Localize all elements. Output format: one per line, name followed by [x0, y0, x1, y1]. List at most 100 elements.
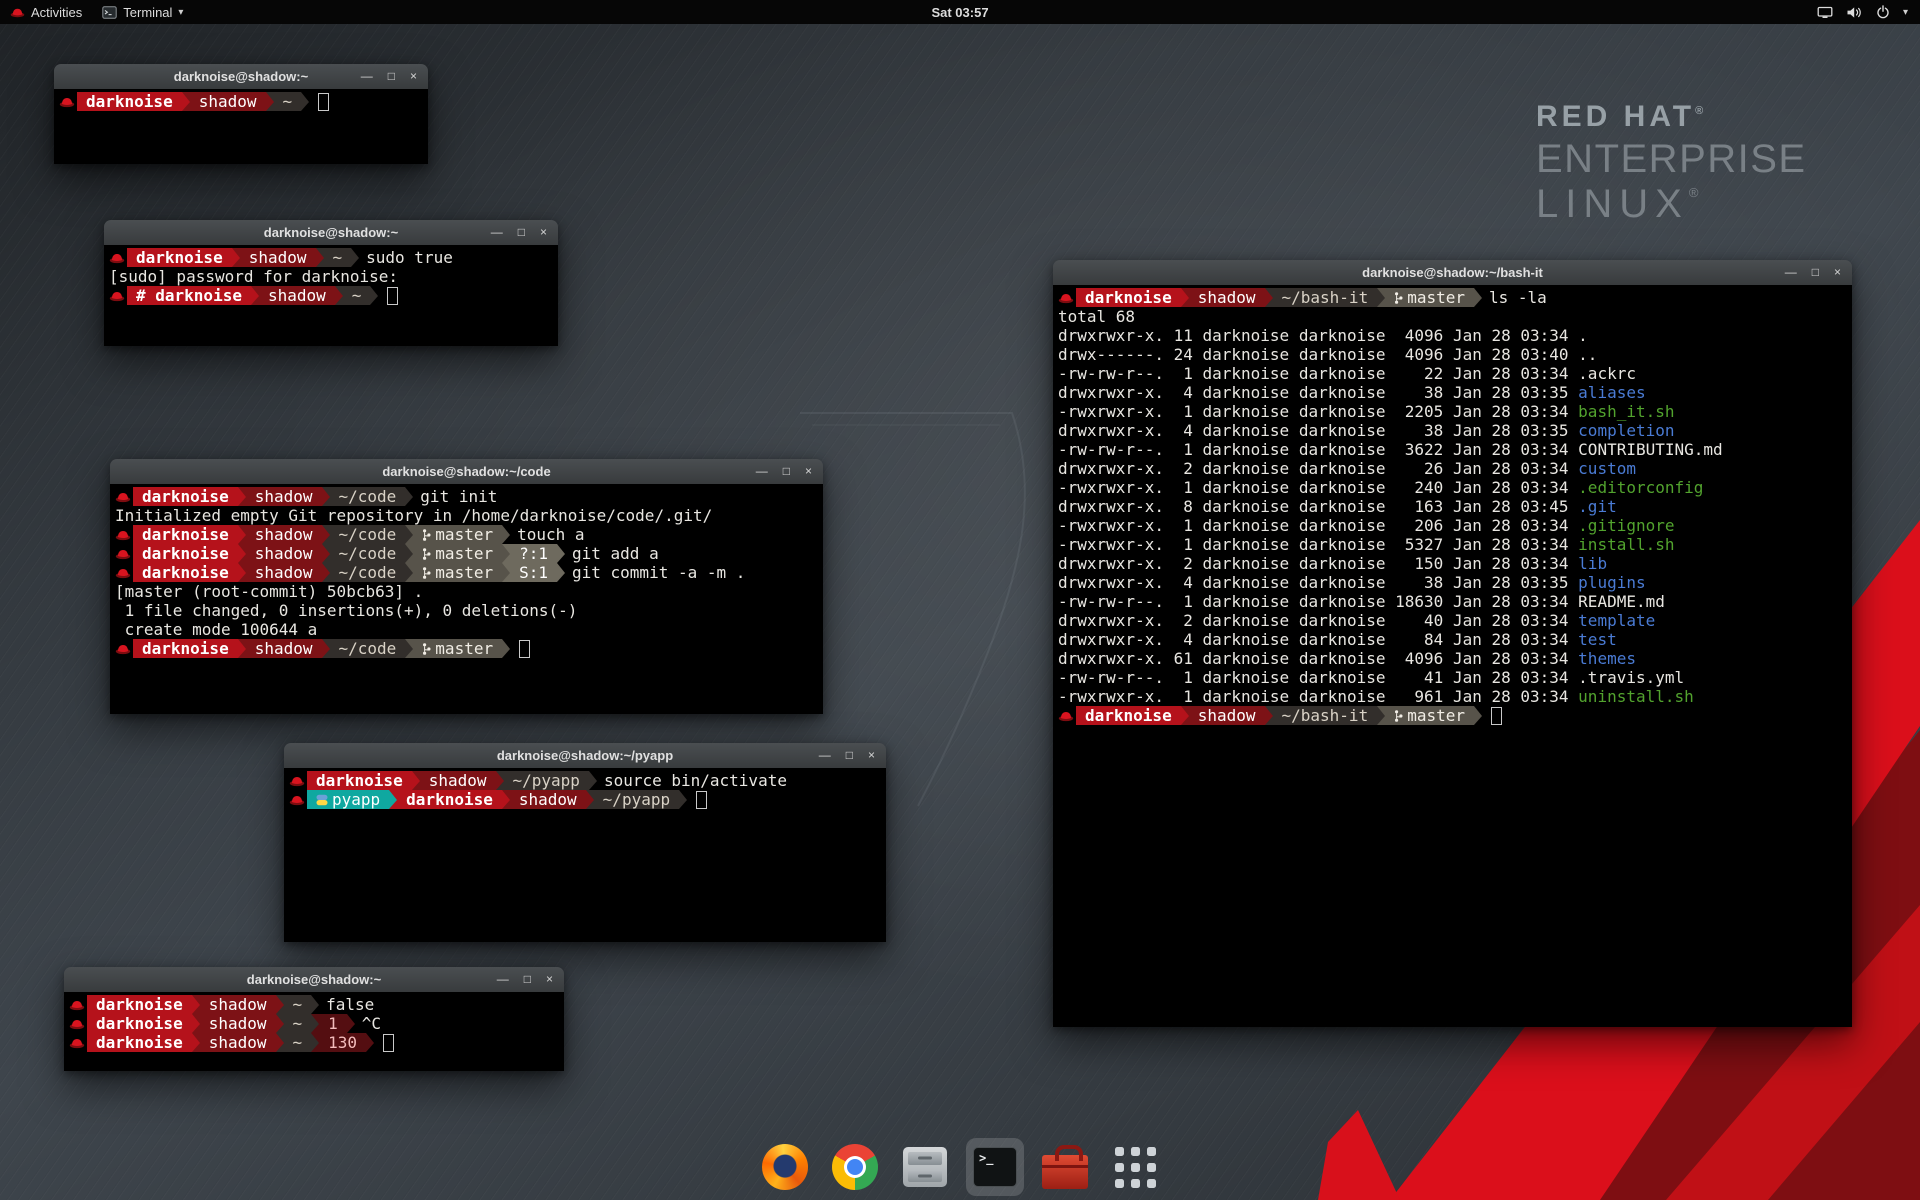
terminal-line: -rwxrwxr-x. 1 darknoise darknoise 5327 J…	[1058, 535, 1850, 554]
redhat-prompt-icon	[115, 529, 131, 541]
powerline-separator	[192, 1033, 200, 1052]
prompt-segment-path: ~/code	[330, 544, 406, 563]
terminal-window[interactable]: darknoise@shadow:~ — □ × darknoiseshadow…	[64, 967, 564, 1071]
desktop: RED HAT® ENTERPRISE LINUX® Activities Te…	[0, 0, 1920, 1200]
minimize-button[interactable]: —	[819, 743, 831, 768]
output-text: -rwxrwxr-x. 1 darknoise darknoise 2205 J…	[1058, 402, 1578, 421]
redhat-prompt-icon	[289, 794, 305, 806]
minimize-button[interactable]: —	[361, 64, 373, 89]
prompt-segment-path: ~/code	[330, 639, 406, 658]
powerline-separator	[276, 1033, 284, 1052]
close-button[interactable]: ×	[410, 64, 417, 89]
terminal-window[interactable]: darknoise@shadow:~ — □ × darknoiseshadow…	[54, 64, 428, 164]
terminal-line: [master (root-commit) 50bcb63] .	[115, 582, 821, 601]
redhat-prompt-icon	[1058, 710, 1074, 722]
terminal-content[interactable]: darknoiseshadow~sudo true[sudo] password…	[104, 245, 558, 346]
powerline-separator	[347, 1014, 355, 1033]
powerline-separator	[1181, 288, 1189, 307]
close-button[interactable]: ×	[540, 220, 547, 245]
maximize-button[interactable]: □	[783, 459, 790, 484]
titlebar[interactable]: darknoise@shadow:~ — □ ×	[64, 967, 564, 993]
close-button[interactable]: ×	[546, 967, 553, 992]
app-menu-label: Terminal	[123, 5, 172, 20]
powerline-separator	[1265, 706, 1273, 725]
terminal-content[interactable]: darknoiseshadow~/codegit initInitialized…	[110, 484, 823, 714]
output-text: drwxrwxr-x. 2 darknoise darknoise 150 Ja…	[1058, 554, 1578, 573]
close-button[interactable]: ×	[805, 459, 812, 484]
file-name: plugins	[1578, 573, 1645, 592]
chevron-down-icon[interactable]: ▾	[1903, 7, 1908, 18]
file-name: completion	[1578, 421, 1674, 440]
window-controls: — □ ×	[497, 967, 564, 992]
system-status-area[interactable]: ▾	[1817, 5, 1920, 19]
display-icon[interactable]	[1817, 6, 1833, 19]
redhat-prompt-icon	[115, 643, 131, 655]
prompt-segment-path: ~/pyapp	[594, 790, 679, 809]
dock-chrome[interactable]	[826, 1138, 884, 1196]
powerline-separator	[192, 1014, 200, 1033]
power-icon[interactable]	[1876, 5, 1890, 19]
powerline-separator	[322, 639, 330, 658]
redhat-prompt-icon	[289, 775, 305, 787]
titlebar[interactable]: darknoise@shadow:~ — □ ×	[104, 220, 558, 246]
terminal-window[interactable]: darknoise@shadow:~/pyapp — □ × darknoise…	[284, 743, 886, 942]
powerline-separator	[502, 790, 510, 809]
output-text: drwxrwxr-x. 2 darknoise darknoise 40 Jan…	[1058, 611, 1578, 630]
activities-button[interactable]: Activities	[0, 0, 92, 24]
terminal-content[interactable]: darknoiseshadow~/pyappsource bin/activat…	[284, 768, 886, 942]
command-text: git commit -a -m .	[572, 563, 745, 582]
prompt-segment-git: master	[1385, 706, 1474, 725]
prompt-segment-path: ~	[284, 995, 312, 1014]
terminal-content[interactable]: darknoiseshadow~/bash-itmasterls -latota…	[1053, 285, 1852, 1027]
volume-icon[interactable]	[1846, 6, 1863, 19]
terminal-line: drwxrwxr-x. 2 darknoise darknoise 40 Jan…	[1058, 611, 1850, 630]
maximize-button[interactable]: □	[524, 967, 531, 992]
prompt-segment-git: master	[413, 639, 502, 658]
dock-toolbox[interactable]	[1036, 1138, 1094, 1196]
powerline-separator	[1377, 706, 1385, 725]
chrome-icon	[832, 1144, 878, 1190]
terminal-window[interactable]: darknoise@shadow:~ — □ × darknoiseshadow…	[104, 220, 558, 346]
dock-files[interactable]	[896, 1138, 954, 1196]
output-text: drwxrwxr-x. 4 darknoise darknoise 38 Jan…	[1058, 573, 1578, 592]
terminal-window[interactable]: darknoise@shadow:~/code — □ × darknoises…	[110, 459, 823, 714]
maximize-button[interactable]: □	[518, 220, 525, 245]
minimize-button[interactable]: —	[756, 459, 768, 484]
titlebar[interactable]: darknoise@shadow:~/code — □ ×	[110, 459, 823, 485]
dock-terminal[interactable]: >_	[966, 1138, 1024, 1196]
prompt-segment-path: ~	[284, 1033, 312, 1052]
maximize-button[interactable]: □	[1812, 260, 1819, 285]
terminal-line: 1 file changed, 0 insertions(+), 0 delet…	[115, 601, 821, 620]
prompt-segment-user: darknoise	[1076, 706, 1181, 725]
minimize-button[interactable]: —	[1785, 260, 1797, 285]
app-menu-terminal[interactable]: Terminal ▾	[92, 0, 193, 24]
window-controls: — □ ×	[361, 64, 428, 89]
terminal-line: -rw-rw-r--. 1 darknoise darknoise 41 Jan…	[1058, 668, 1850, 687]
terminal-line: create mode 100644 a	[115, 620, 821, 639]
redhat-prompt-icon	[59, 96, 75, 108]
terminal-content[interactable]: darknoiseshadow~	[54, 89, 428, 164]
prompt-segment-user: darknoise	[77, 92, 182, 111]
prompt-segment-host: shadow	[246, 487, 322, 506]
minimize-button[interactable]: —	[497, 967, 509, 992]
branch-icon	[1394, 709, 1403, 723]
maximize-button[interactable]: □	[846, 743, 853, 768]
minimize-button[interactable]: —	[491, 220, 503, 245]
titlebar[interactable]: darknoise@shadow:~ — □ ×	[54, 64, 428, 90]
close-button[interactable]: ×	[868, 743, 875, 768]
prompt-segment-host: shadow	[200, 1033, 276, 1052]
clock[interactable]: Sat 03:57	[931, 5, 988, 20]
output-text: [sudo] password for darknoise:	[109, 267, 398, 286]
brand-linux: LINUX®	[1536, 182, 1807, 227]
terminal-window[interactable]: darknoise@shadow:~/bash-it — □ × darknoi…	[1053, 260, 1852, 1027]
dock-firefox[interactable]	[756, 1138, 814, 1196]
close-button[interactable]: ×	[1834, 260, 1841, 285]
maximize-button[interactable]: □	[388, 64, 395, 89]
titlebar[interactable]: darknoise@shadow:~/bash-it — □ ×	[1053, 260, 1852, 286]
powerline-separator	[301, 92, 309, 111]
terminal-content[interactable]: darknoiseshadow~falsedarknoiseshadow~1^C…	[64, 992, 564, 1071]
powerline-separator	[232, 248, 240, 267]
titlebar[interactable]: darknoise@shadow:~/pyapp — □ ×	[284, 743, 886, 769]
dock-show-apps[interactable]	[1106, 1138, 1164, 1196]
window-title: darknoise@shadow:~	[64, 972, 564, 987]
